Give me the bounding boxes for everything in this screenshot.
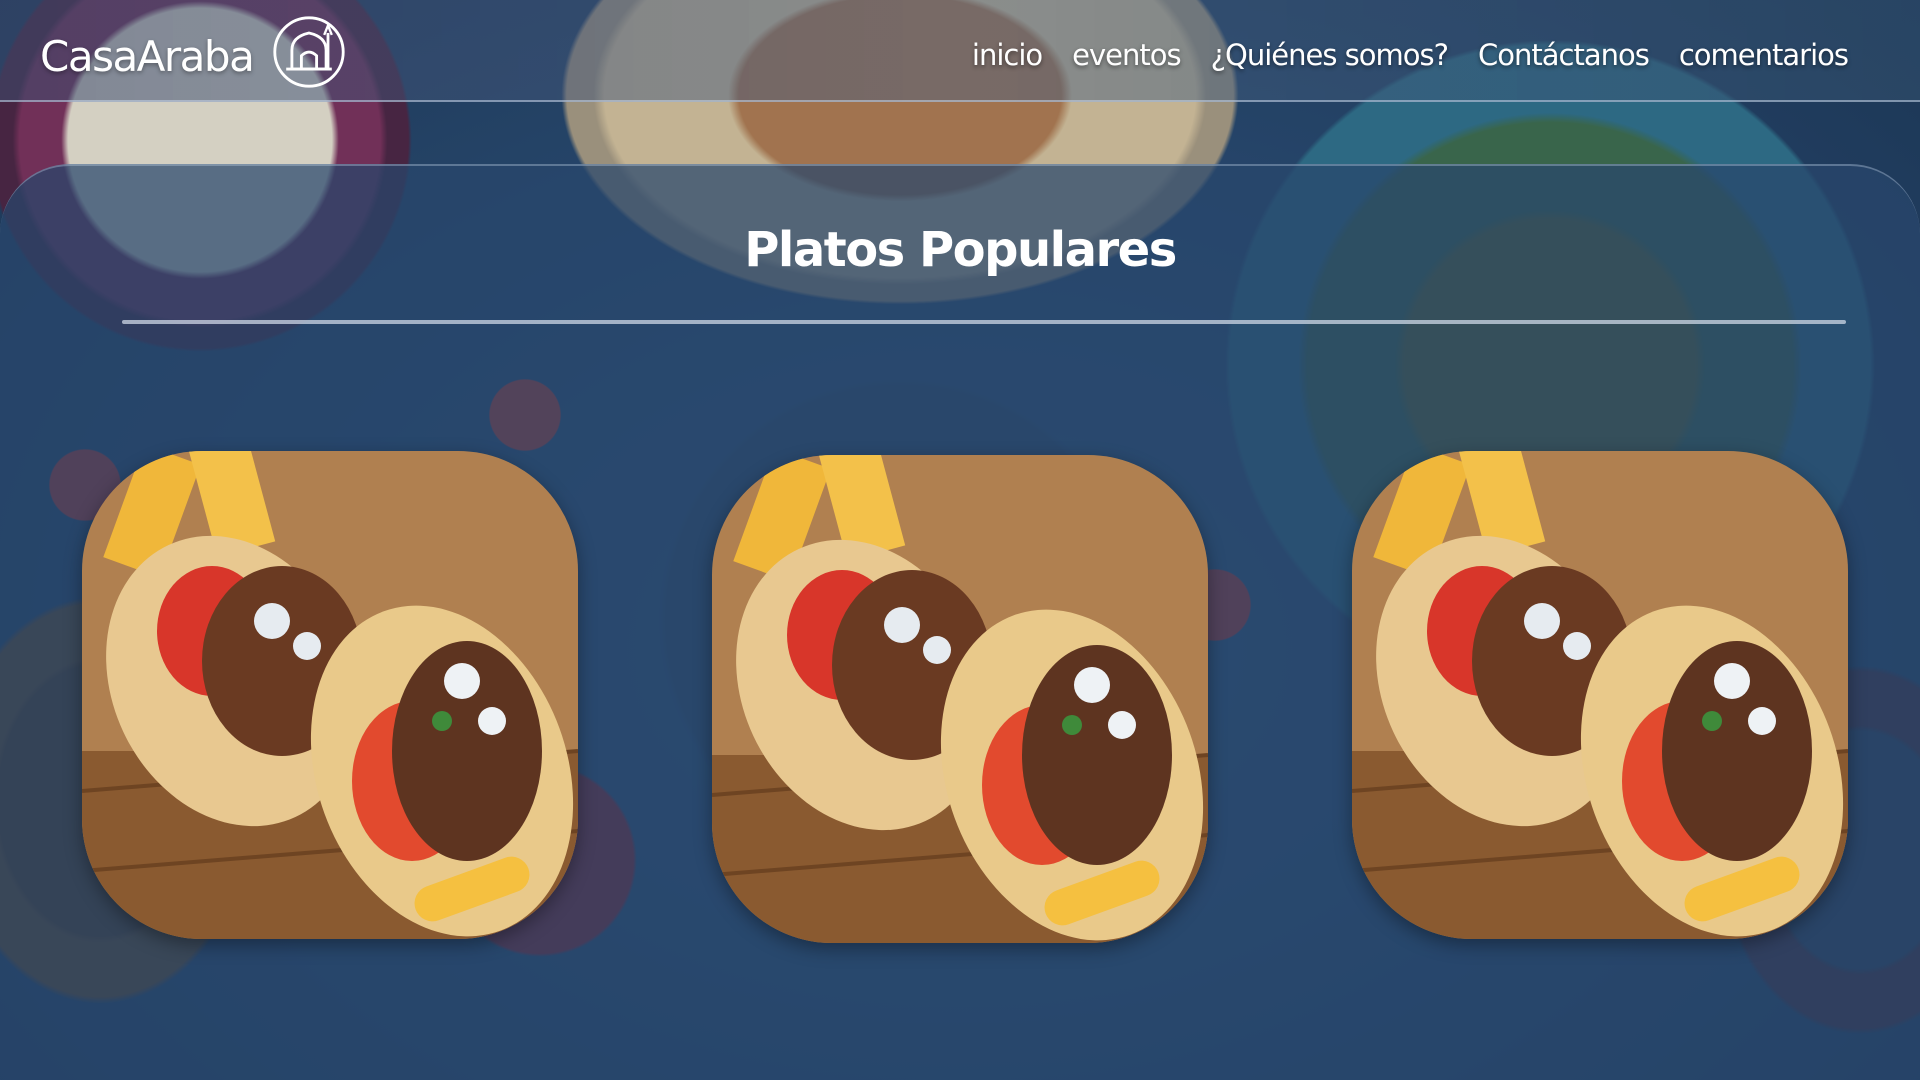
nav-link-comentarios[interactable]: comentarios: [1679, 38, 1849, 72]
nav-link-quienes-somos[interactable]: ¿Quiénes somos?: [1211, 38, 1449, 72]
main-nav: inicio eventos ¿Quiénes somos? Contáctan…: [972, 38, 1849, 72]
nav-link-contactanos[interactable]: Contáctanos: [1478, 38, 1650, 72]
brand-logo[interactable]: CasaAraba: [40, 16, 347, 90]
gyro-wrap-image: [82, 451, 578, 939]
mosque-icon: [273, 16, 345, 88]
site-header: CasaAraba inicio eventos ¿Quiénes somos?…: [0, 0, 1920, 102]
dish-card-1[interactable]: [82, 451, 578, 939]
gyro-wrap-image: [712, 455, 1208, 943]
gyro-wrap-image: [1352, 451, 1848, 939]
nav-link-eventos[interactable]: eventos: [1072, 38, 1181, 72]
section-divider: [122, 320, 1846, 324]
dish-card-2[interactable]: [712, 455, 1208, 943]
nav-link-inicio[interactable]: inicio: [972, 38, 1043, 72]
brand-name: CasaAraba: [40, 31, 255, 81]
section-title: Platos Populares: [744, 222, 1177, 278]
dish-card-3[interactable]: [1352, 451, 1848, 939]
